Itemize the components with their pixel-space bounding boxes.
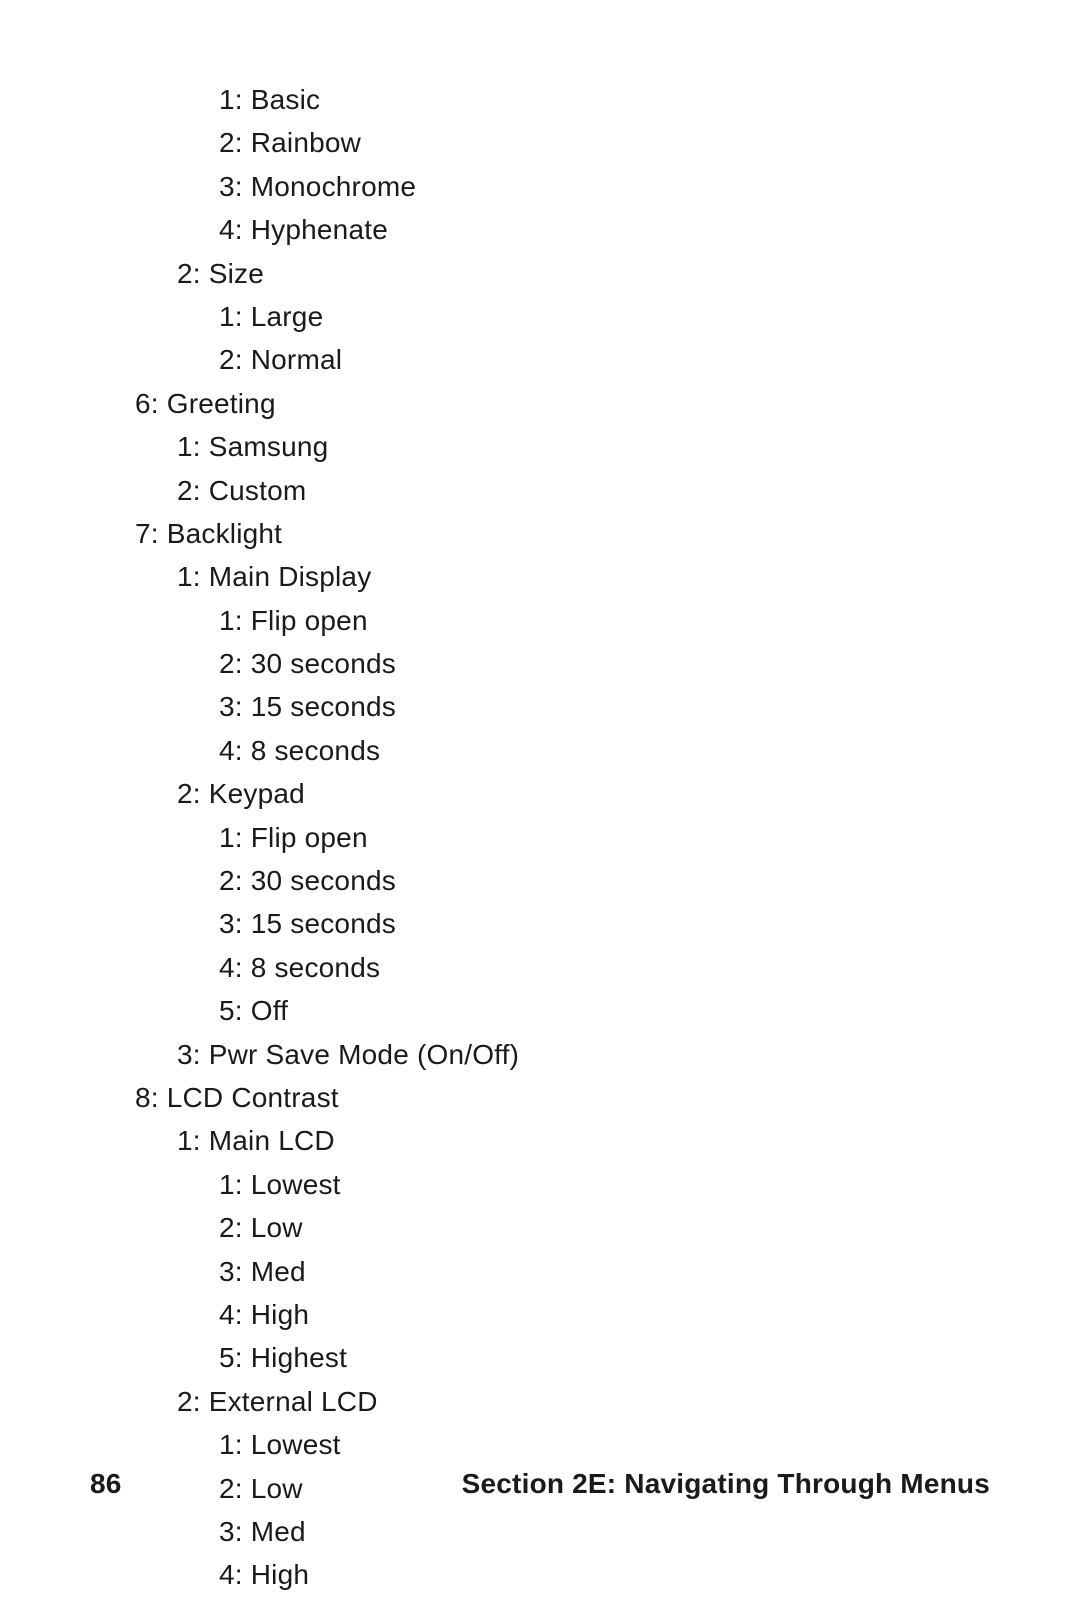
menu-item: 2: Size — [135, 252, 990, 295]
menu-item: 4: High — [135, 1553, 990, 1596]
menu-item: 1: Main Display — [135, 555, 990, 598]
menu-item: 5: Off — [135, 989, 990, 1032]
menu-item: 2: Keypad — [135, 772, 990, 815]
menu-item: 8: LCD Contrast — [135, 1076, 990, 1119]
menu-item: 1: Basic — [135, 78, 990, 121]
menu-item: 1: Large — [135, 295, 990, 338]
menu-item: 3: 15 seconds — [135, 685, 990, 728]
menu-item: 1: Lowest — [135, 1163, 990, 1206]
menu-item: 4: 8 seconds — [135, 946, 990, 989]
menu-item: 2: Custom — [135, 469, 990, 512]
page-footer: 86 Section 2E: Navigating Through Menus — [90, 1468, 990, 1500]
section-title: Section 2E: Navigating Through Menus — [462, 1468, 990, 1500]
menu-item: 7: Backlight — [135, 512, 990, 555]
menu-item: 3: Monochrome — [135, 165, 990, 208]
menu-item: 1: Samsung — [135, 425, 990, 468]
menu-item: 4: High — [135, 1293, 990, 1336]
menu-item: 2: 30 seconds — [135, 642, 990, 685]
document-page: 1: Basic2: Rainbow3: Monochrome4: Hyphen… — [0, 0, 1080, 1620]
menu-item: 3: 15 seconds — [135, 902, 990, 945]
menu-item: 2: External LCD — [135, 1380, 990, 1423]
menu-item: 4: 8 seconds — [135, 729, 990, 772]
menu-item: 2: Low — [135, 1206, 990, 1249]
menu-item: 3: Med — [135, 1510, 990, 1553]
menu-item: 5: Highest — [135, 1336, 990, 1379]
menu-item: 2: Normal — [135, 338, 990, 381]
menu-item: 6: Greeting — [135, 382, 990, 425]
menu-item: 1: Flip open — [135, 816, 990, 859]
menu-item: 1: Flip open — [135, 599, 990, 642]
menu-item: 4: Hyphenate — [135, 208, 990, 251]
menu-item: 3: Pwr Save Mode (On/Off) — [135, 1033, 990, 1076]
menu-item: 3: Med — [135, 1250, 990, 1293]
page-number: 86 — [90, 1468, 122, 1500]
menu-item: 1: Lowest — [135, 1423, 990, 1466]
menu-item: 2: 30 seconds — [135, 859, 990, 902]
menu-list: 1: Basic2: Rainbow3: Monochrome4: Hyphen… — [135, 78, 990, 1597]
menu-item: 2: Rainbow — [135, 121, 990, 164]
menu-item: 1: Main LCD — [135, 1119, 990, 1162]
